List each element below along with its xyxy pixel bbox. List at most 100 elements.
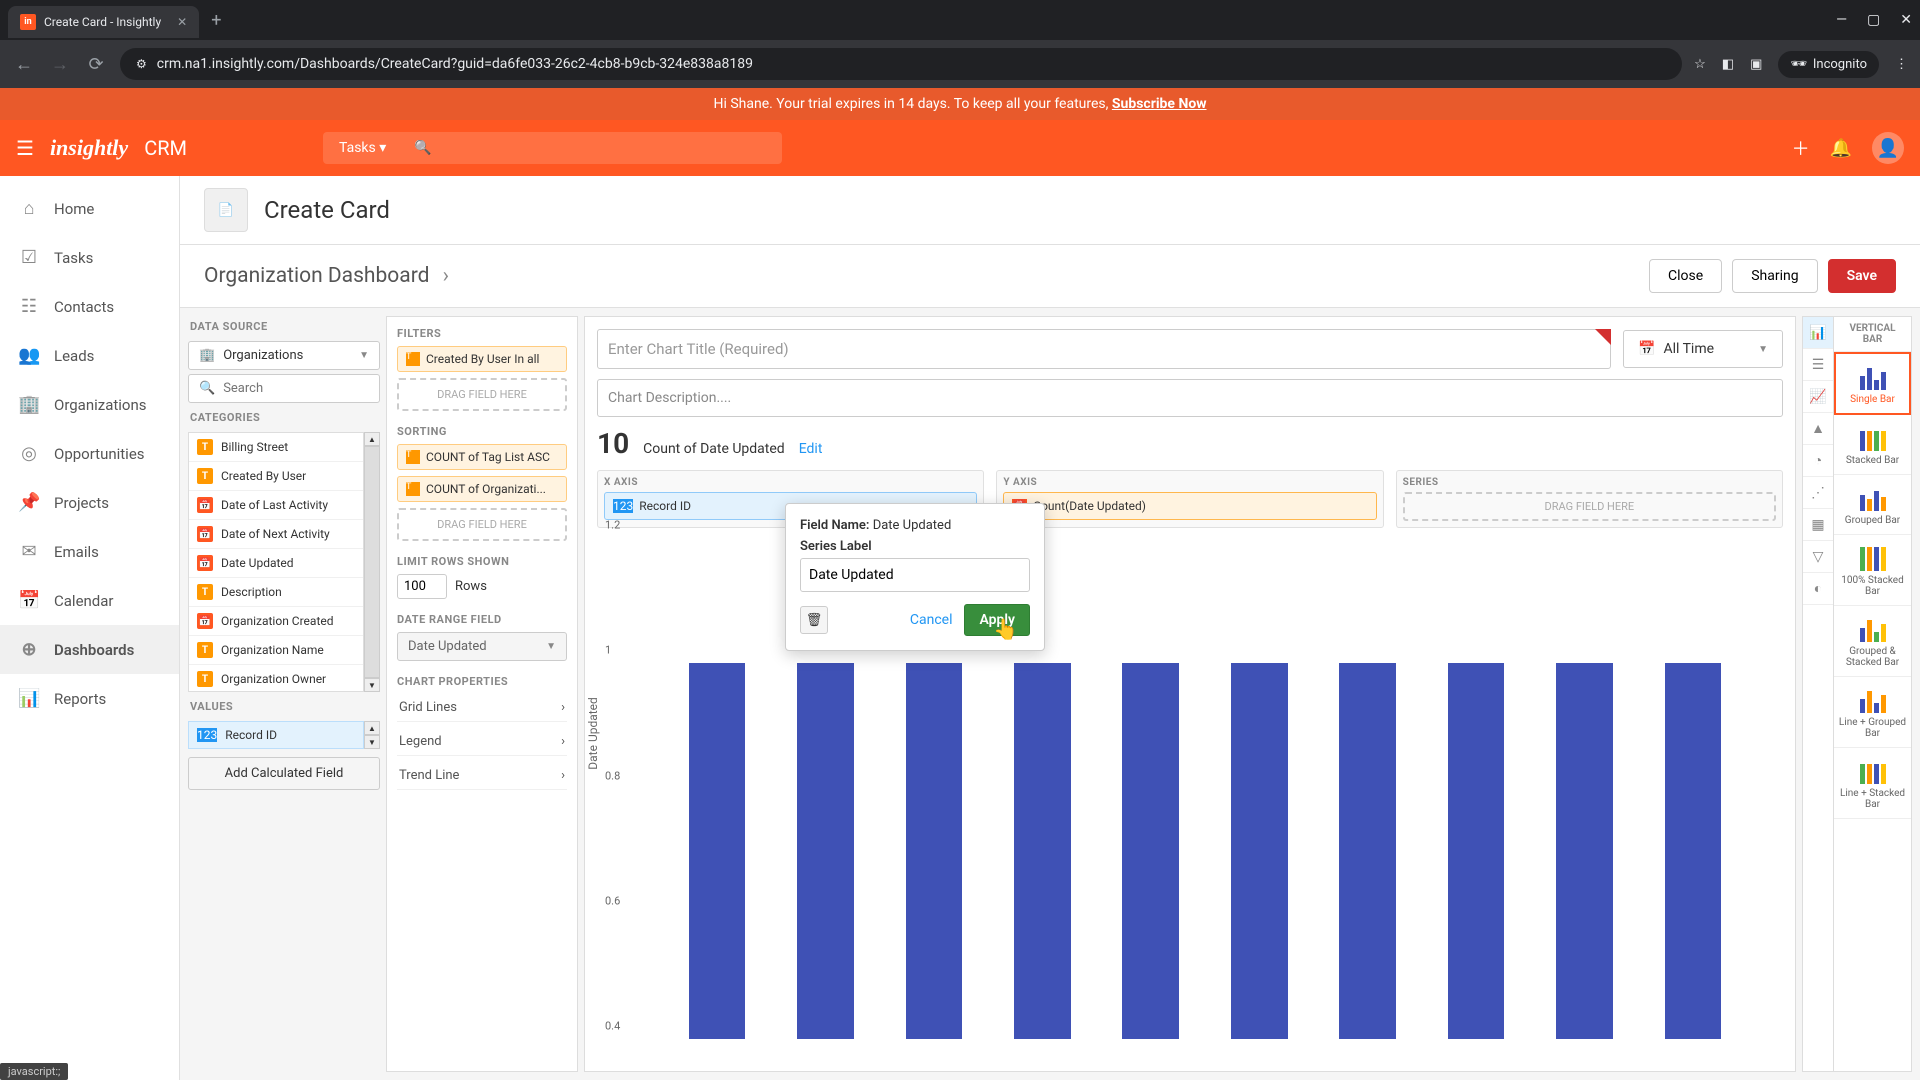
forward-button[interactable]: → <box>48 54 72 75</box>
limit-input[interactable] <box>397 574 447 599</box>
close-window-icon[interactable]: ✕ <box>1900 12 1912 28</box>
scatter-category-icon[interactable]: ⋰ <box>1803 477 1833 509</box>
scrollbar-track[interactable] <box>364 446 380 678</box>
field-item[interactable]: 📅Date of Next Activity <box>189 520 363 549</box>
field-item[interactable]: TCreated By User <box>189 462 363 491</box>
popover-apply-button[interactable]: Apply <box>964 604 1030 636</box>
subscribe-link[interactable]: Subscribe Now <box>1112 96 1207 112</box>
series-dropzone[interactable]: DRAG FIELD HERE <box>1403 492 1776 521</box>
time-filter-select[interactable]: 📅 All Time ▼ <box>1623 330 1783 368</box>
prop-grid-lines[interactable]: Grid Lines› <box>397 694 567 722</box>
avatar[interactable]: 👤 <box>1872 132 1904 164</box>
notifications-icon[interactable]: 🔔 <box>1830 138 1852 159</box>
sort-chip[interactable]: TCOUNT of Tag List ASC <box>397 444 567 470</box>
bookmark-icon[interactable]: ☆ <box>1694 57 1706 72</box>
incognito-badge[interactable]: 🕶 Incognito <box>1778 51 1879 78</box>
sidebar-item-reports[interactable]: 📊Reports <box>0 674 179 723</box>
chevron-right-icon: › <box>561 734 565 749</box>
extensions-icon[interactable]: ◧ <box>1722 57 1734 72</box>
sharing-button[interactable]: Sharing <box>1732 259 1817 293</box>
hbar-category-icon[interactable]: ☰ <box>1803 349 1833 381</box>
sidebar-item-home[interactable]: ⌂Home <box>0 184 179 233</box>
sort-chip[interactable]: TCOUNT of Organizati... <box>397 476 567 502</box>
chart-type-stacked-bar[interactable]: Stacked Bar <box>1834 415 1911 475</box>
chart-type-100-stacked-bar[interactable]: 100% Stacked Bar <box>1834 535 1911 606</box>
field-item[interactable]: TOrganization Name <box>189 636 363 665</box>
hamburger-icon[interactable]: ☰ <box>16 136 34 160</box>
sidebar-item-calendar[interactable]: 📅Calendar <box>0 576 179 625</box>
prop-legend[interactable]: Legend› <box>397 728 567 756</box>
pie-category-icon[interactable]: ◔ <box>1803 445 1833 477</box>
save-button[interactable]: Save <box>1828 259 1896 293</box>
browser-tab[interactable]: in Create Card - Insightly ✕ <box>8 6 199 38</box>
chart-bar <box>1448 663 1505 1039</box>
filter-dropzone[interactable]: DRAG FIELD HERE <box>397 378 567 411</box>
funnel-category-icon[interactable]: ▽ <box>1803 541 1833 573</box>
line-category-icon[interactable]: 📈 <box>1803 381 1833 413</box>
breadcrumb[interactable]: Organization Dashboard › <box>204 264 449 288</box>
value-item[interactable]: 123Record ID <box>188 721 364 749</box>
date-range-select[interactable]: Date Updated ▼ <box>397 632 567 661</box>
popover-delete-button[interactable]: 🗑 <box>800 606 828 634</box>
sidebar-item-tasks[interactable]: ☑Tasks <box>0 233 179 282</box>
field-label: Record ID <box>225 728 277 742</box>
search-input[interactable] <box>402 132 782 164</box>
maximize-icon[interactable]: ▢ <box>1867 12 1880 28</box>
menu-icon[interactable]: ⋮ <box>1895 57 1908 72</box>
categories-list[interactable]: TBilling Street TCreated By User 📅Date o… <box>188 432 364 692</box>
field-item[interactable]: TDescription <box>189 578 363 607</box>
scroll-down-button[interactable]: ▼ <box>364 678 380 692</box>
new-tab-button[interactable]: + <box>211 10 221 31</box>
reload-button[interactable]: ⟳ <box>84 54 108 75</box>
bar-category-icon[interactable]: 📊 <box>1803 317 1833 349</box>
sidebar-item-contacts[interactable]: ☷Contacts <box>0 282 179 331</box>
sidebar-item-leads[interactable]: 👥Leads <box>0 331 179 380</box>
area-category-icon[interactable]: ▲ <box>1803 413 1833 445</box>
y-axis-chip[interactable]: 📅Count(Date Updated) <box>1003 492 1376 520</box>
chart-description-input[interactable]: Chart Description.... <box>597 379 1783 417</box>
url-bar[interactable]: ⚙ crm.na1.insightly.com/Dashboards/Creat… <box>120 48 1682 80</box>
field-search-input[interactable] <box>223 381 369 396</box>
popover-cancel-button[interactable]: Cancel <box>910 612 953 628</box>
sidebar-item-emails[interactable]: ✉Emails <box>0 527 179 576</box>
chevron-right-icon: › <box>561 768 565 783</box>
minimize-icon[interactable]: — <box>1836 12 1847 28</box>
scroll-up-button[interactable]: ▲ <box>364 721 380 735</box>
sidebar-item-dashboards[interactable]: ⊕Dashboards <box>0 625 179 674</box>
site-settings-icon[interactable]: ⚙ <box>136 57 147 71</box>
scroll-down-button[interactable]: ▼ <box>364 735 380 749</box>
close-tab-icon[interactable]: ✕ <box>177 15 187 29</box>
series-label-input[interactable] <box>800 558 1030 592</box>
sidebar-item-projects[interactable]: 📌Projects <box>0 478 179 527</box>
back-button[interactable]: ← <box>12 54 36 75</box>
required-indicator <box>1595 329 1611 345</box>
add-calculated-field-button[interactable]: Add Calculated Field <box>188 757 380 790</box>
sidebar-item-organizations[interactable]: 🏢Organizations <box>0 380 179 429</box>
field-item[interactable]: TOrganization Owner <box>189 665 363 692</box>
search-scope-dropdown[interactable]: Tasks ▾ <box>323 132 402 164</box>
chart-type-single-bar[interactable]: Single Bar <box>1834 352 1911 415</box>
chart-title-input[interactable]: Enter Chart Title (Required) <box>597 329 1611 369</box>
close-button[interactable]: Close <box>1649 259 1722 293</box>
field-item[interactable]: 📅Organization Created <box>189 607 363 636</box>
filter-chip[interactable]: TCreated By User In all <box>397 346 567 372</box>
chart-type-grouped-bar[interactable]: Grouped Bar <box>1834 475 1911 535</box>
table-category-icon[interactable]: ▦ <box>1803 509 1833 541</box>
gauge-category-icon[interactable]: ◐ <box>1803 573 1833 605</box>
field-item[interactable]: 📅Date of Last Activity <box>189 491 363 520</box>
sidebar-item-opportunities[interactable]: ◎Opportunities <box>0 429 179 478</box>
field-item[interactable]: 📅Date Updated <box>189 549 363 578</box>
panel-icon[interactable]: ▣ <box>1750 57 1762 72</box>
add-icon[interactable]: ＋ <box>1792 135 1810 161</box>
sort-dropzone[interactable]: DRAG FIELD HERE <box>397 508 567 541</box>
prop-trend-line[interactable]: Trend Line› <box>397 762 567 790</box>
logo[interactable]: insightly <box>50 135 128 161</box>
field-item[interactable]: TBilling Street <box>189 433 363 462</box>
calendar-icon: 📅 <box>18 590 40 611</box>
data-source-select[interactable]: 🏢 Organizations ▼ <box>188 341 380 370</box>
chart-type-line-stacked-bar[interactable]: Line + Stacked Bar <box>1834 748 1911 819</box>
chart-type-grouped-stacked-bar[interactable]: Grouped & Stacked Bar <box>1834 606 1911 677</box>
chart-type-line-grouped-bar[interactable]: Line + Grouped Bar <box>1834 677 1911 748</box>
summary-edit-link[interactable]: Edit <box>799 441 823 457</box>
scroll-up-button[interactable]: ▲ <box>364 432 380 446</box>
